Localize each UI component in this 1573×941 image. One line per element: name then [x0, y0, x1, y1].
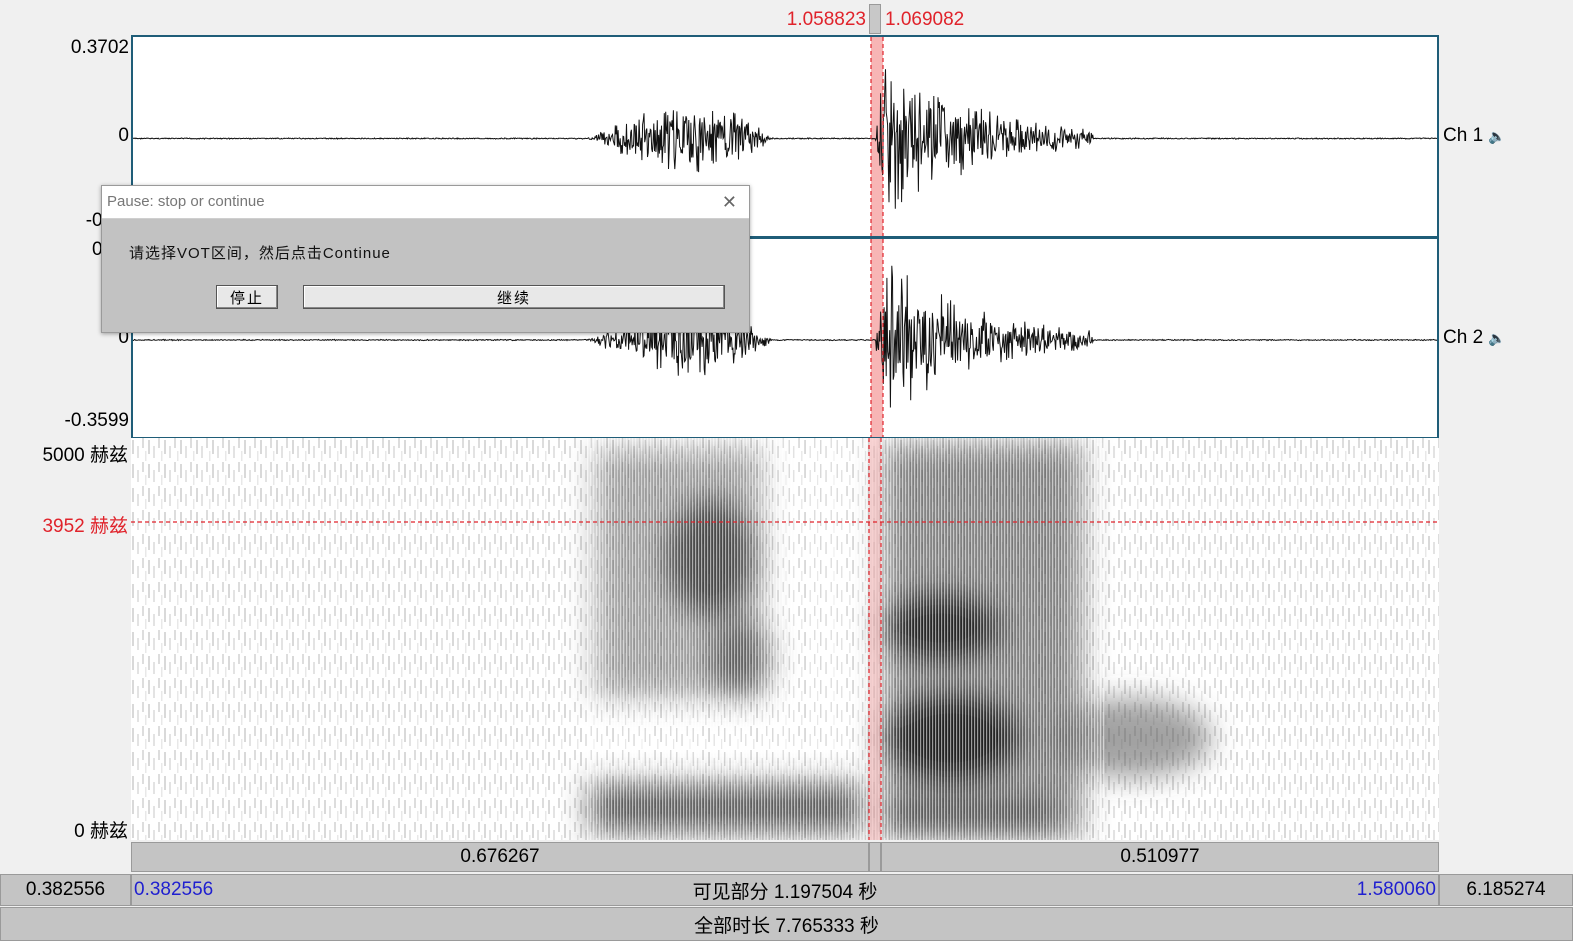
- spec-fmin-label: 0 赫兹: [74, 821, 128, 842]
- ch1-ymax-label: 0.3702: [70, 37, 129, 58]
- ch1-yzero-label: 0: [118, 125, 129, 146]
- channel-1-label: Ch 1 🔈: [1443, 125, 1506, 146]
- selection-end-time: 1.069082: [885, 9, 965, 30]
- segment-selection[interactable]: [869, 842, 881, 872]
- selection-highlight: [869, 438, 881, 840]
- spec-fmax-label: 5000 赫兹: [42, 445, 128, 466]
- dialog-title: Pause: stop or continue: [107, 193, 265, 210]
- segment-right[interactable]: 0.510977: [881, 842, 1439, 872]
- speaker-icon[interactable]: 🔈: [1488, 128, 1505, 144]
- selection-handle[interactable]: [869, 4, 881, 34]
- selection-start-time: 1.058823: [786, 9, 866, 30]
- ch2-ymin-label: -0.3599: [64, 410, 129, 431]
- close-icon[interactable]: ✕: [722, 186, 737, 218]
- stop-button[interactable]: 停止: [216, 285, 278, 309]
- channel-2-label: Ch 2 🔈: [1443, 327, 1506, 348]
- segment-left[interactable]: 0.676267: [131, 842, 869, 872]
- spec-fcursor-label: 3952 赫兹: [42, 516, 128, 537]
- dialog-titlebar[interactable]: Pause: stop or continue ✕: [102, 186, 749, 219]
- pause-dialog: Pause: stop or continue ✕ 请选择VOT区间，然后点击C…: [101, 185, 750, 333]
- outer-end-cell[interactable]: 6.185274: [1439, 874, 1573, 906]
- total-duration-bar[interactable]: 全部时长 7.765333 秒: [0, 907, 1573, 941]
- visible-end-time: 1.580060: [1356, 879, 1436, 900]
- outer-start-cell[interactable]: 0.382556: [0, 874, 131, 906]
- spectrogram[interactable]: [131, 438, 1439, 840]
- continue-button[interactable]: 继续: [303, 285, 725, 309]
- visible-duration: 可见部分 1.197504 秒: [692, 881, 878, 903]
- visible-start-time: 0.382556: [134, 879, 214, 900]
- speaker-icon[interactable]: 🔈: [1488, 330, 1505, 346]
- spectrogram-striations: [586, 438, 1106, 840]
- spectrogram-svg: [131, 438, 1439, 840]
- visible-window-bar[interactable]: 0.382556 可见部分 1.197504 秒 1.580060: [131, 874, 1439, 906]
- dialog-message: 请选择VOT区间，然后点击Continue: [129, 245, 391, 262]
